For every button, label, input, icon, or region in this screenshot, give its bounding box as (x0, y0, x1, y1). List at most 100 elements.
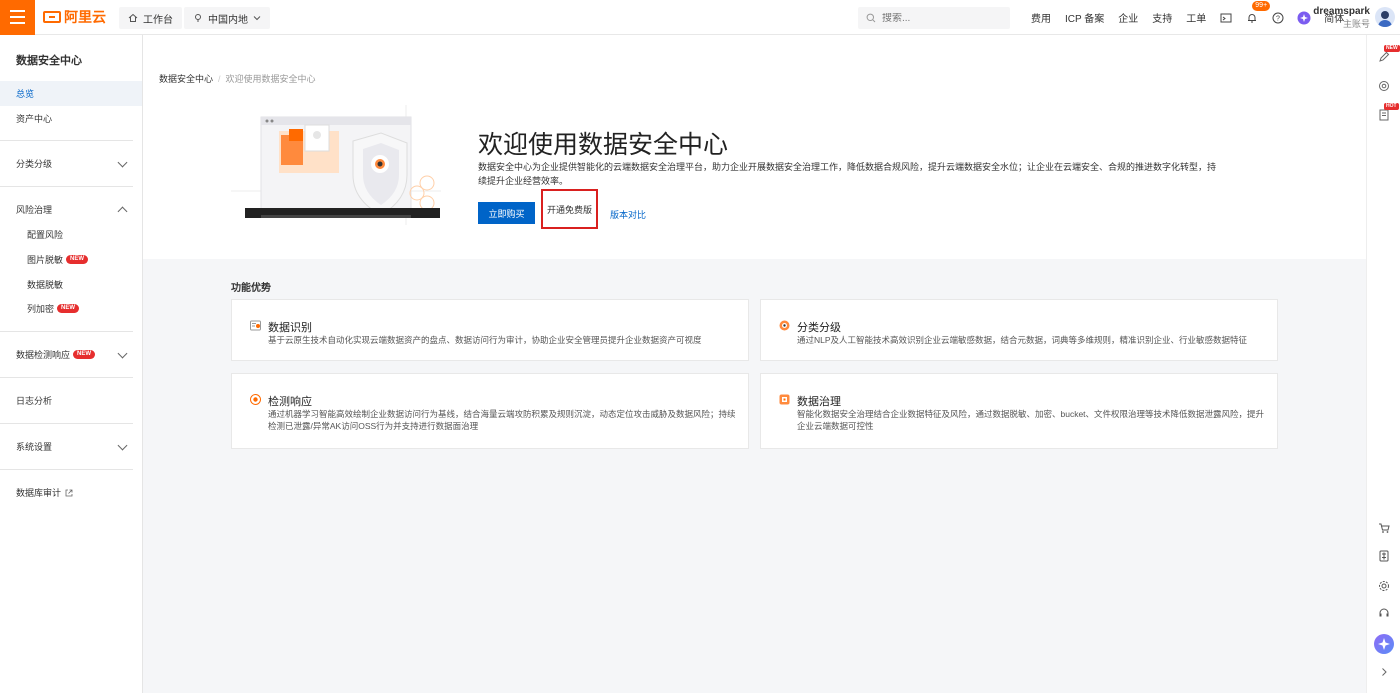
sidebar-item-detect-response[interactable]: 数据检测响应 NEW (0, 342, 142, 367)
chevron-down-icon (253, 16, 261, 21)
breadcrumb-root[interactable]: 数据安全中心 (159, 74, 213, 84)
region-selector[interactable]: 中国内地 (184, 7, 270, 29)
feature-card-title: 数据治理 (797, 396, 841, 408)
workbench-label: 工作台 (143, 14, 173, 26)
hot-badge: HOT (1384, 103, 1399, 110)
edit-icon[interactable] (1378, 51, 1390, 63)
sidebar-item-label: 图片脱敏 (27, 255, 64, 265)
detect-response-icon (250, 394, 261, 405)
breadcrumb-separator: / (218, 74, 221, 84)
sidebar-divider (0, 331, 133, 332)
aliyun-logo-mark-icon (43, 11, 61, 23)
right-toolbar: NEW HOT (1366, 35, 1400, 693)
sidebar-item-label: 数据检测响应 (16, 350, 71, 360)
top-link-ticket[interactable]: 工单 (1179, 10, 1213, 25)
sidebar-item-classification[interactable]: 分类分级 (0, 151, 142, 176)
features-heading: 功能优势 (231, 283, 271, 294)
hamburger-menu-button[interactable] (0, 0, 35, 35)
brand-name: 阿里云 (64, 9, 106, 25)
ai-assistant-icon[interactable] (1296, 10, 1312, 26)
sidebar-item-label: 资产中心 (16, 114, 53, 124)
activate-free-button[interactable]: 开通免费版 (541, 189, 598, 229)
new-badge: NEW (57, 304, 80, 313)
sidebar-title: 数据安全中心 (16, 55, 82, 67)
sidebar-item-label: 系统设置 (16, 442, 53, 452)
sidebar-item-column-encrypt[interactable]: 列加密 NEW (0, 296, 142, 321)
user-role: 主账号 (1342, 19, 1370, 29)
classification-icon (779, 320, 790, 331)
top-link-enterprise[interactable]: 企业 (1111, 10, 1145, 25)
sidebar-item-label: 列加密 (27, 304, 55, 314)
chevron-up-icon (117, 206, 128, 217)
data-identify-icon (250, 320, 261, 331)
sidebar-item-db-audit[interactable]: 数据库审计 (0, 480, 142, 505)
top-link-support[interactable]: 支持 (1145, 10, 1179, 25)
chevron-right-icon[interactable] (1378, 666, 1390, 678)
svg-text:?: ? (1276, 15, 1280, 22)
sidebar-item-asset-center[interactable]: 资产中心 (0, 106, 142, 131)
feature-card: 数据识别 基于云原生技术自动化实现云端数据资产的盘点、数据访问行为审计，协助企业… (231, 299, 749, 361)
sidebar-divider (0, 377, 133, 378)
feature-card-title: 分类分级 (797, 322, 841, 334)
top-link-icp[interactable]: ICP 备案 (1058, 10, 1111, 25)
hero-illustration (231, 105, 441, 225)
cart-icon[interactable] (1378, 522, 1390, 534)
headset-support-icon[interactable] (1378, 607, 1390, 619)
sparkle-icon (1378, 638, 1390, 650)
location-pin-icon (195, 14, 201, 22)
sidebar-divider (0, 423, 133, 424)
feature-card-desc: 智能化数据安全治理结合企业数据特征及风险，通过数据脱敏、加密、bucket、文件… (797, 409, 1265, 431)
user-account[interactable]: dreamspark 主账号 (1313, 6, 1370, 30)
document-icon[interactable] (1378, 109, 1390, 121)
top-navigation-bar: 阿里云 工作台 中国内地 费用 ICP 备案 企业 支持 工单 99+ ? 简体… (0, 0, 1400, 35)
top-link-billing[interactable]: 费用 (1024, 10, 1058, 25)
page-title: 欢迎使用数据安全中心 (478, 131, 729, 159)
settings-gear-icon[interactable] (1378, 580, 1390, 592)
global-search[interactable] (858, 7, 1010, 29)
feature-card-title: 数据识别 (268, 322, 312, 334)
notification-badge: 99+ (1252, 0, 1271, 11)
sidebar-item-log-analysis[interactable]: 日志分析 (0, 388, 142, 413)
sidebar-item-label: 分类分级 (16, 159, 53, 169)
new-badge: NEW (73, 350, 96, 359)
version-compare-link[interactable]: 版本对比 (610, 208, 646, 221)
help-icon[interactable]: ? (1270, 10, 1286, 26)
gift-icon[interactable] (1378, 80, 1390, 92)
external-link-icon (65, 489, 73, 496)
sidebar-item-data-desensitize[interactable]: 数据脱敏 (0, 272, 142, 297)
terminal-icon[interactable] (1218, 10, 1234, 26)
sidebar-item-label: 风险治理 (16, 205, 53, 215)
sidebar-item-image-desensitize[interactable]: 图片脱敏 NEW (0, 247, 142, 272)
price-calculator-icon[interactable] (1378, 550, 1390, 562)
aliyun-logo[interactable]: 阿里云 (43, 7, 106, 27)
chevron-down-icon (117, 440, 128, 451)
sidebar: 数据安全中心 总览 资产中心 分类分级 风险治理 配置风险 图片脱敏 NEW 数据… (0, 35, 143, 693)
data-governance-icon (779, 394, 790, 405)
avatar[interactable] (1375, 7, 1395, 27)
chevron-down-icon (117, 348, 128, 359)
bell-icon[interactable]: 99+ (1244, 0, 1271, 26)
sidebar-item-overview[interactable]: 总览 (0, 81, 142, 106)
chevron-down-icon (117, 157, 128, 168)
hero-section: 数据安全中心 / 欢迎使用数据安全中心 欢迎使用数据安全中心 数据安全中心为企业… (143, 35, 1366, 259)
sidebar-item-system-settings[interactable]: 系统设置 (0, 434, 142, 459)
region-label: 中国内地 (208, 14, 248, 26)
sidebar-item-label: 数据库审计 (16, 488, 62, 498)
search-icon (866, 13, 876, 23)
sidebar-item-label: 总览 (16, 89, 35, 99)
feature-card: 分类分级 通过NLP及人工智能技术高效识别企业云端敏感数据，结合元数据，词典等多… (760, 299, 1278, 361)
breadcrumb: 数据安全中心 / 欢迎使用数据安全中心 (159, 72, 316, 85)
top-links: 费用 ICP 备案 企业 支持 工单 99+ ? 简体 (1024, 0, 1351, 35)
sidebar-item-risk-governance[interactable]: 风险治理 (0, 197, 142, 222)
ai-assistant-button[interactable] (1374, 634, 1394, 654)
feature-card: 检测响应 通过机器学习智能高效绘制企业数据访问行为基线，结合海量云端攻防积累及规… (231, 373, 749, 449)
sidebar-item-config-risk[interactable]: 配置风险 (0, 222, 142, 247)
workbench-button[interactable]: 工作台 (119, 7, 182, 29)
search-input[interactable] (882, 12, 992, 24)
sidebar-item-label: 日志分析 (16, 396, 53, 406)
feature-card-desc: 通过NLP及人工智能技术高效识别企业云端敏感数据，结合元数据，词典等多维规则，精… (797, 335, 1248, 345)
buy-now-button[interactable]: 立即购买 (478, 202, 535, 224)
feature-card-desc: 通过机器学习智能高效绘制企业数据访问行为基线，结合海量云端攻防积累及规则沉淀，动… (268, 409, 736, 431)
feature-card-title: 检测响应 (268, 396, 312, 408)
hero-description: 数据安全中心为企业提供智能化的云端数据安全治理平台，助力企业开展数据安全治理工作… (478, 162, 1217, 186)
